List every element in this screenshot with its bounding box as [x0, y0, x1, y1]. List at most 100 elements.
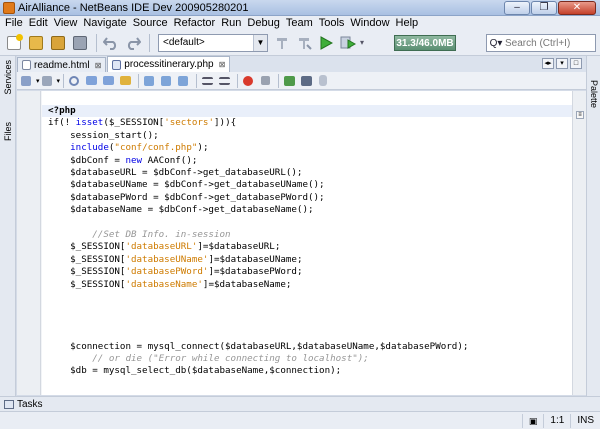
code-line[interactable]: $databaseName = $dbConf->get_databaseNam…	[48, 204, 313, 216]
code-token: $_SESSION[	[48, 253, 126, 265]
stop-icon	[260, 76, 270, 85]
bookmark-icon	[178, 75, 189, 86]
comment-button[interactable]	[282, 74, 296, 88]
menu-tools[interactable]: Tools	[316, 16, 348, 30]
next-bookmark-button[interactable]	[159, 74, 173, 88]
menu-window[interactable]: Window	[347, 16, 392, 30]
menu-view[interactable]: View	[51, 16, 81, 30]
main-toolbar: <default> ▼ ▾ 31.3/46.0MB Q▾ Search (Ctr…	[0, 30, 600, 56]
stop-macro-button[interactable]	[258, 74, 272, 88]
redo-button[interactable]	[123, 33, 143, 53]
search-box[interactable]: Q▾ Search (Ctrl+I)	[486, 34, 596, 52]
menu-edit[interactable]: Edit	[26, 16, 51, 30]
save-all-button[interactable]	[70, 33, 90, 53]
source-view-button[interactable]	[19, 74, 33, 88]
find-previous-button[interactable]	[67, 74, 81, 88]
code-line[interactable]: $databaseURL = $dbConf->get_databaseURL(…	[48, 167, 302, 179]
search-input[interactable]: Search (Ctrl+I)	[505, 38, 570, 49]
code-line[interactable]: $dbConf = new AAConf();	[48, 155, 197, 167]
previous-bookmark-button[interactable]	[142, 74, 156, 88]
code-token: ]=$databasePWord;	[208, 266, 303, 278]
menu-help[interactable]: Help	[393, 16, 422, 30]
find-selection-icon	[85, 76, 97, 85]
maximize-button[interactable]: ❐	[531, 0, 557, 15]
new-file-icon	[7, 33, 23, 50]
debug-button[interactable]	[338, 33, 358, 53]
find-selection-button[interactable]	[84, 74, 98, 88]
code-line[interactable]: include("conf/conf.php");	[48, 142, 208, 154]
clean-build-button[interactable]	[294, 33, 314, 53]
code-line[interactable]: $connection = mysql_connect($databaseURL…	[48, 341, 468, 353]
minimize-button[interactable]: ‒	[504, 0, 530, 15]
code-token: ]=$databaseUName;	[208, 253, 303, 265]
start-macro-button[interactable]	[241, 74, 255, 88]
run-button[interactable]	[316, 33, 336, 53]
error-stripe[interactable]: ≡	[572, 91, 586, 395]
code-line[interactable]: $_SESSION['databaseName']=$databaseName;	[48, 279, 291, 291]
code-token: $databasePWord = $dbConf->get_databasePW…	[48, 191, 325, 203]
tab-readme-html[interactable]: readme.html ⊠	[17, 57, 107, 72]
code-line[interactable]: //Set DB Info. in-session	[48, 229, 230, 241]
menu-source[interactable]: Source	[130, 16, 171, 30]
new-project-button[interactable]	[26, 33, 46, 53]
window-controls: ‒ ❐ ✕	[504, 0, 596, 15]
open-project-button[interactable]	[48, 33, 68, 53]
clean-build-icon	[299, 37, 312, 50]
code-token: $databaseURL = $dbConf->get_databaseURL(…	[48, 167, 303, 178]
code-line[interactable]: $_SESSION['databasePWord']=$databasePWor…	[48, 266, 302, 278]
code-line[interactable]: session_start();	[48, 130, 159, 142]
close-tab-icon[interactable]: ⊠	[219, 60, 226, 69]
code-line[interactable]: $_SESSION['databaseUName']=$databaseUNam…	[48, 254, 302, 266]
undo-button[interactable]	[101, 33, 121, 53]
code-line[interactable]: <?php	[42, 105, 572, 117]
uncomment-icon	[300, 75, 312, 86]
toggle-highlight-button[interactable]	[118, 74, 132, 88]
code-line[interactable]: $databaseUName = $dbConf->get_databaseUN…	[48, 179, 324, 191]
build-button[interactable]	[272, 33, 292, 53]
code-line[interactable]: $databasePWord = $dbConf->get_databasePW…	[48, 191, 325, 204]
menu-run[interactable]: Run	[218, 16, 244, 30]
files-tab[interactable]: Files	[1, 122, 15, 141]
code-line[interactable]: $_SESSION['databaseURL']=$databaseURL;	[48, 241, 280, 253]
title-bar: AirAlliance - NetBeans IDE Dev 200905280…	[0, 0, 600, 16]
configuration-value: <default>	[163, 37, 205, 48]
configuration-select[interactable]: <default> ▼	[158, 33, 268, 52]
document-status-icon: ≡	[576, 111, 584, 119]
close-button[interactable]: ✕	[558, 0, 596, 15]
chevron-down-icon: ▼	[253, 34, 267, 51]
show-opened-documents-icon[interactable]: ▾	[556, 58, 568, 69]
services-tab[interactable]: Services	[1, 60, 15, 95]
tasks-tab[interactable]: Tasks	[17, 399, 43, 410]
editor-toolbar: ▾ ▾	[17, 72, 586, 90]
code-line[interactable]: if(! isset($_SESSION['sectors'])){	[48, 117, 236, 129]
code-area[interactable]: <?php if(! isset($_SESSION['sectors'])){ …	[42, 91, 572, 395]
database-button[interactable]	[316, 74, 330, 88]
close-tab-icon[interactable]: ⊠	[95, 61, 102, 70]
new-file-button[interactable]	[4, 33, 24, 53]
history-button[interactable]	[40, 74, 54, 88]
maximize-editor-icon[interactable]: □	[570, 58, 582, 69]
code-line[interactable]: // or die ("Error while connecting to lo…	[48, 353, 369, 365]
tab-label: readme.html	[34, 59, 90, 71]
code-token: 'databasePWord'	[125, 266, 209, 278]
dropdown-icon[interactable]: ▾	[57, 77, 61, 85]
menu-navigate[interactable]: Navigate	[80, 16, 129, 30]
shift-left-button[interactable]	[200, 74, 214, 88]
uncomment-button[interactable]	[299, 74, 313, 88]
scroll-tabs-left-icon[interactable]: ◂▸	[542, 58, 554, 69]
menu-refactor[interactable]: Refactor	[171, 16, 219, 30]
menu-file[interactable]: File	[2, 16, 26, 30]
code-token: "conf/conf.php"	[114, 142, 198, 154]
shift-right-button[interactable]	[217, 74, 231, 88]
tab-processitinerary-php[interactable]: processitinerary.php ⊠	[107, 56, 231, 72]
debug-dropdown-icon[interactable]: ▾	[360, 38, 364, 47]
toggle-bookmark-button[interactable]	[176, 74, 190, 88]
find-next-button[interactable]	[101, 74, 115, 88]
code-line[interactable]: $db = mysql_select_db($databaseName,$con…	[48, 365, 341, 377]
menu-debug[interactable]: Debug	[244, 16, 282, 30]
code-token: );	[197, 142, 209, 154]
memory-indicator[interactable]: 31.3/46.0MB	[394, 34, 457, 51]
menu-team[interactable]: Team	[283, 16, 316, 30]
palette-tab[interactable]: Palette	[589, 80, 599, 108]
notifications-icon[interactable]: ▣	[521, 413, 544, 428]
